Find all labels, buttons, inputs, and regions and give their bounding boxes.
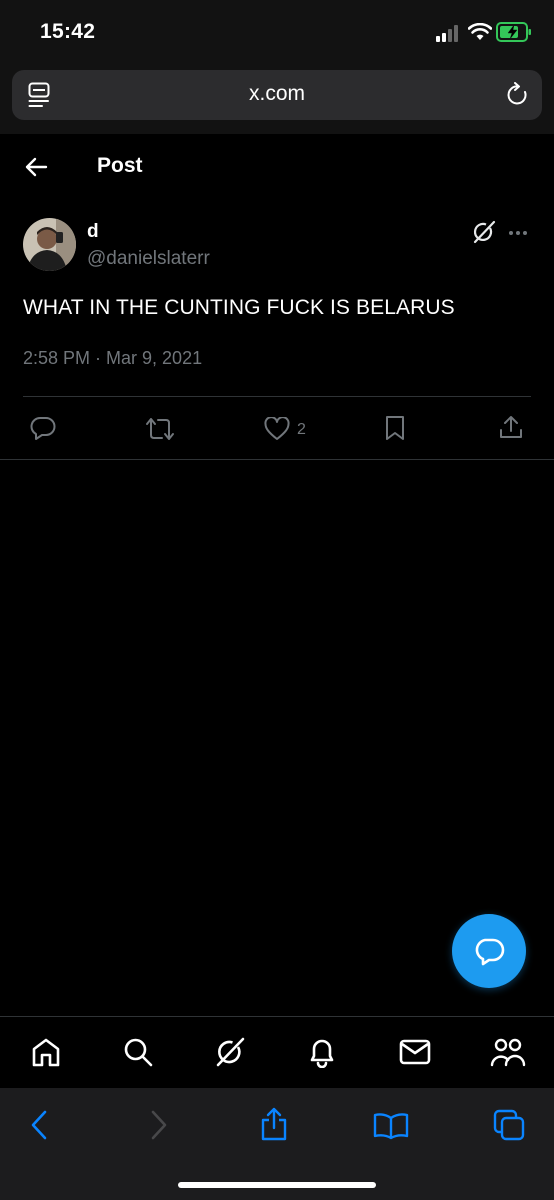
url-text[interactable]: x.com [0, 82, 554, 106]
avatar[interactable] [23, 218, 76, 271]
browser-forward-icon [150, 1110, 168, 1140]
bottom-navigation [0, 1016, 554, 1089]
share-icon[interactable] [498, 414, 524, 440]
signal-icon [436, 24, 462, 42]
reader-icon[interactable] [28, 82, 50, 108]
retweet-icon[interactable] [144, 416, 176, 442]
display-name[interactable]: d [87, 221, 99, 243]
user-handle[interactable]: @danielslaterr [87, 248, 210, 270]
tweet-timestamp[interactable]: 2:58 PM · Mar 9, 2021 [23, 348, 202, 369]
like-count: 2 [297, 421, 306, 438]
tabs-icon[interactable] [493, 1109, 525, 1141]
grok-icon[interactable] [215, 1037, 245, 1067]
search-icon[interactable] [123, 1037, 153, 1067]
divider [23, 396, 531, 397]
like-icon[interactable] [264, 417, 290, 441]
reply-icon[interactable] [30, 415, 56, 441]
grok-icon[interactable] [472, 220, 496, 244]
reply-icon [475, 938, 505, 966]
browser-share-icon[interactable] [259, 1106, 289, 1142]
bookmarks-icon[interactable] [373, 1112, 409, 1140]
bell-icon[interactable] [308, 1036, 336, 1068]
browser-back-icon[interactable] [30, 1110, 48, 1140]
bookmark-icon[interactable] [384, 415, 406, 441]
battery-icon [496, 22, 532, 42]
reload-icon[interactable] [506, 82, 530, 108]
communities-icon[interactable] [490, 1036, 526, 1068]
home-indicator [178, 1182, 376, 1188]
more-icon[interactable] [508, 230, 528, 236]
status-time: 15:42 [40, 20, 96, 43]
wifi-icon [468, 23, 492, 41]
compose-reply-button[interactable] [452, 914, 526, 988]
mail-icon[interactable] [399, 1039, 431, 1065]
back-arrow-icon[interactable] [24, 156, 48, 178]
tweet-text: WHAT IN THE CUNTING FUCK IS BELARUS [23, 296, 455, 319]
divider [0, 459, 554, 460]
home-icon[interactable] [31, 1037, 61, 1067]
page-title: Post [97, 154, 143, 177]
